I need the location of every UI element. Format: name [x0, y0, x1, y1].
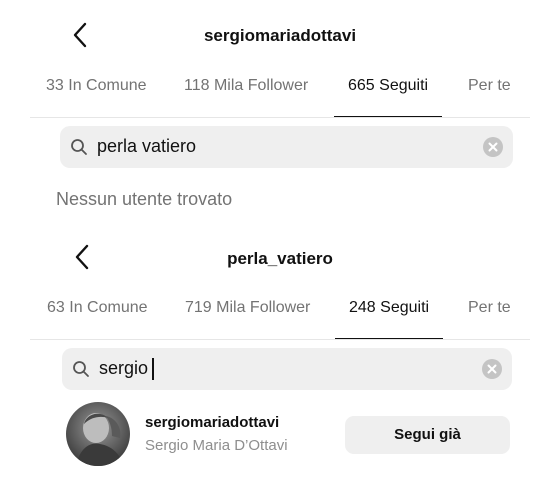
tab-for-you[interactable]: Per te	[468, 290, 511, 340]
avatar-photo	[66, 402, 130, 466]
search-text: sergio	[99, 358, 149, 378]
result-username[interactable]: sergiomariadottavi	[145, 414, 279, 431]
tab-followers[interactable]: 719 Mila Follower	[185, 290, 310, 340]
tab-following-label: 248 Seguiti	[349, 299, 430, 316]
tab-followers[interactable]: 118 Mila Follower	[184, 68, 308, 118]
following-button[interactable]: Segui già	[345, 416, 510, 454]
result-full-name: Sergio Maria D’Ottavi	[145, 437, 288, 454]
no-results-message: Nessun utente trovato	[56, 189, 233, 209]
profile-title: perla_vatiero	[227, 249, 333, 268]
clear-icon	[487, 364, 497, 374]
avatar[interactable]	[66, 402, 130, 466]
search-value: perla vatiero	[97, 136, 197, 156]
search-icon	[73, 361, 89, 377]
tab-mutual[interactable]: 63 In Comune	[47, 290, 148, 340]
clear-search-button[interactable]	[482, 359, 502, 379]
tabs-divider	[30, 117, 530, 118]
follow-tabs: 33 In Comune 118 Mila Follower 665 Segui…	[30, 68, 530, 118]
clear-search-button[interactable]	[483, 137, 503, 157]
clear-icon	[488, 142, 498, 152]
search-input[interactable]: sergio	[62, 348, 512, 390]
follow-tabs: 63 In Comune 719 Mila Follower 248 Segui…	[30, 290, 530, 340]
profile-title: sergiomariadottavi	[203, 26, 357, 45]
tabs-divider	[30, 339, 530, 340]
search-value: sergio	[99, 358, 154, 381]
text-caret	[152, 358, 154, 381]
tab-mutual[interactable]: 33 In Comune	[46, 68, 147, 118]
search-icon	[71, 139, 87, 155]
search-input[interactable]: perla vatiero	[60, 126, 513, 168]
tab-following[interactable]: 248 Seguiti	[335, 290, 444, 340]
tab-for-you[interactable]: Per te	[468, 68, 511, 118]
tab-following[interactable]: 665 Seguiti	[334, 68, 443, 118]
tab-following-label: 665 Seguiti	[348, 77, 429, 94]
